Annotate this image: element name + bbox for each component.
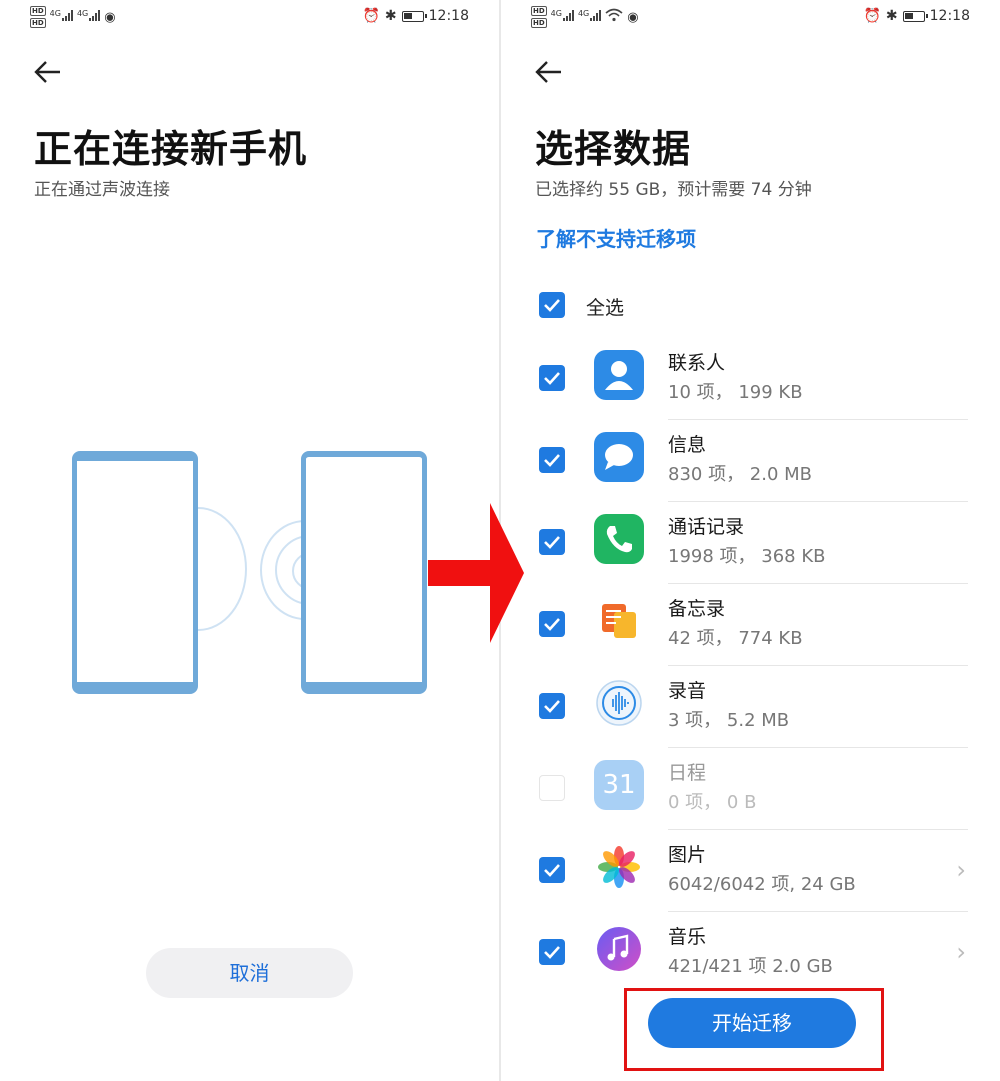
gallery-icon — [594, 842, 644, 892]
select-all-label: 全选 — [586, 297, 625, 319]
list-item-music[interactable]: 音乐 421/421 项 2.0 GB › — [501, 912, 1000, 978]
status-icons-right: ⏰ ✱ 12:18 — [863, 8, 970, 24]
status-icons-right: ⏰ ✱ 12:18 — [362, 8, 469, 24]
item-checkbox[interactable] — [539, 365, 565, 391]
list-item-notes[interactable]: 备忘录 42 项， 774 KB — [501, 584, 1000, 666]
item-checkbox[interactable] — [539, 775, 565, 801]
page-title: 正在连接新手机 — [34, 127, 308, 171]
red-arrow-icon — [428, 503, 524, 643]
hd-icon: HD HD — [531, 6, 547, 28]
item-name: 录音 — [668, 680, 707, 702]
contacts-icon — [594, 350, 644, 400]
old-phone-illustration — [72, 451, 198, 694]
signal-icon: 4G — [578, 9, 602, 25]
bluetooth-icon: ✱ — [885, 8, 898, 24]
status-time: 12:18 — [428, 8, 469, 24]
list-item-call-log[interactable]: 通话记录 1998 项， 368 KB — [501, 502, 1000, 584]
item-checkbox[interactable] — [539, 611, 565, 637]
page-subtitle: 已选择约 55 GB，预计需要 74 分钟 — [535, 180, 812, 200]
recorder-icon — [594, 678, 644, 728]
select-all-checkbox[interactable] — [539, 292, 565, 318]
list-item-gallery[interactable]: 图片 6042/6042 项, 24 GB › — [501, 830, 1000, 912]
chevron-right-icon[interactable]: › — [956, 938, 966, 966]
alarm-icon: ⏰ — [362, 8, 380, 24]
item-name: 备忘录 — [668, 598, 726, 620]
alarm-icon: ⏰ — [863, 8, 881, 24]
status-bar: HD HD 4G 4G ◉ ⏰ ✱ 12:18 — [30, 4, 469, 30]
item-name: 音乐 — [668, 926, 707, 948]
item-detail: 1998 项， 368 KB — [668, 546, 826, 567]
bluetooth-icon: ✱ — [384, 8, 397, 24]
item-name: 通话记录 — [668, 516, 745, 538]
item-name: 日程 — [668, 762, 707, 784]
back-arrow-icon[interactable] — [34, 60, 62, 90]
annotation-highlight-box — [624, 988, 884, 1071]
status-bar: HD HD 4G 4G ◉ ⏰ ✱ 12:18 — [531, 4, 970, 30]
notes-icon — [594, 596, 644, 646]
left-screen: HD HD 4G 4G ◉ ⏰ ✱ 12:18 正在连接新手机 正在通过声波连接 … — [0, 0, 499, 1081]
item-detail: 6042/6042 项, 24 GB — [668, 874, 856, 895]
nfc-icon: ◉ — [627, 9, 639, 25]
item-checkbox[interactable] — [539, 693, 565, 719]
new-phone-illustration — [301, 451, 427, 694]
battery-icon — [902, 10, 928, 22]
signal-icon: 4G — [50, 9, 73, 25]
item-checkbox[interactable] — [539, 939, 565, 965]
item-checkbox[interactable] — [539, 529, 565, 555]
battery-icon — [401, 10, 427, 22]
messages-icon — [594, 432, 644, 482]
item-checkbox[interactable] — [539, 447, 565, 473]
cancel-button[interactable]: 取消 — [146, 948, 353, 998]
data-list: 联系人 10 项， 199 KB 信息 830 项， 2.0 MB 通话记录 1… — [501, 338, 1000, 978]
back-arrow-icon[interactable] — [535, 60, 563, 90]
signal-icon: 4G — [551, 9, 574, 25]
item-detail: 42 项， 774 KB — [668, 628, 803, 649]
calendar-icon: 31 — [594, 760, 644, 810]
item-name: 信息 — [668, 434, 707, 456]
list-item-calendar[interactable]: 31 日程 0 项， 0 B — [501, 748, 1000, 830]
item-name: 图片 — [668, 844, 707, 866]
page-subtitle: 正在通过声波连接 — [34, 180, 170, 200]
status-time: 12:18 — [929, 8, 970, 24]
list-item-messages[interactable]: 信息 830 项， 2.0 MB — [501, 420, 1000, 502]
status-icons-left: HD HD 4G 4G ◉ — [30, 6, 116, 28]
item-detail: 0 项， 0 B — [668, 792, 757, 813]
list-item-contacts[interactable]: 联系人 10 项， 199 KB — [501, 338, 1000, 420]
item-detail: 10 项， 199 KB — [668, 382, 803, 403]
wifi-icon — [605, 8, 623, 26]
status-icons-left: HD HD 4G 4G ◉ — [531, 6, 639, 28]
chevron-right-icon[interactable]: › — [956, 856, 966, 884]
item-checkbox[interactable] — [539, 857, 565, 883]
music-icon — [594, 924, 644, 974]
item-name: 联系人 — [668, 352, 726, 374]
signal-icon: 4G — [77, 9, 101, 25]
hd-icon: HD HD — [30, 6, 46, 28]
list-item-recorder[interactable]: 录音 3 项， 5.2 MB — [501, 666, 1000, 748]
nfc-icon: ◉ — [104, 9, 116, 25]
unsupported-items-link[interactable]: 了解不支持迁移项 — [536, 223, 696, 252]
item-detail: 830 项， 2.0 MB — [668, 464, 813, 485]
item-detail: 421/421 项 2.0 GB — [668, 956, 833, 977]
page-title: 选择数据 — [535, 127, 692, 171]
item-detail: 3 项， 5.2 MB — [668, 710, 790, 731]
phone-icon — [594, 514, 644, 564]
